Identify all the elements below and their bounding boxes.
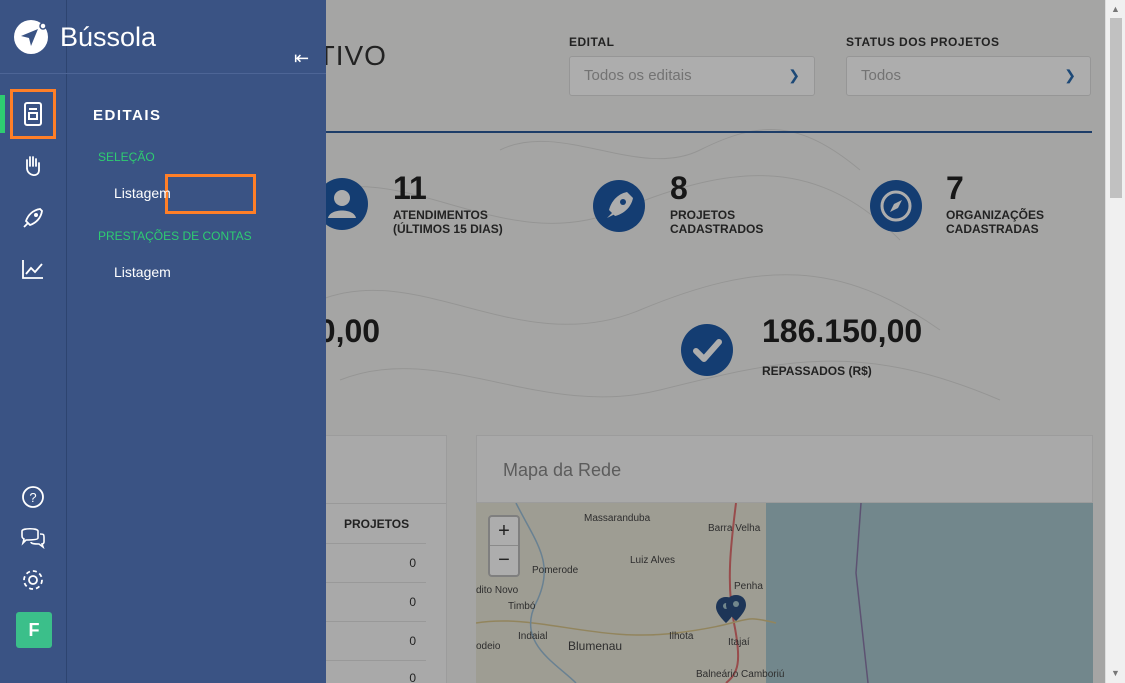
settings-gear-icon[interactable] (18, 565, 48, 595)
section-title-prestacoes: PRESTAÇÕES DE CONTAS (98, 229, 252, 243)
scroll-down-icon[interactable]: ▼ (1111, 668, 1120, 678)
active-link-highlight (165, 174, 256, 214)
sidebar-link-prestacoes-listagem[interactable]: Listagem (114, 264, 171, 280)
active-indicator (0, 95, 5, 133)
compass-logo-icon[interactable] (12, 18, 50, 56)
user-avatar[interactable]: F (16, 612, 52, 648)
scroll-up-icon[interactable]: ▲ (1111, 4, 1120, 14)
sidebar-link-selecao-listagem[interactable]: Listagem (114, 185, 171, 201)
panel-heading: EDITAIS (93, 107, 162, 124)
chart-line-icon[interactable] (18, 254, 48, 284)
page-scrollbar[interactable]: ▲ ▼ (1105, 0, 1125, 683)
scrollbar-thumb[interactable] (1110, 18, 1122, 198)
brand-header: Bússola ⇤ (0, 0, 326, 74)
sidebar-panel: EDITAIS SELEÇÃO Listagem PRESTAÇÕES DE C… (67, 0, 326, 683)
sidebar-rail: ? F (0, 0, 67, 683)
svg-text:?: ? (29, 490, 36, 505)
chat-icon[interactable] (18, 523, 48, 553)
hand-heart-icon[interactable] (18, 152, 48, 182)
collapse-left-icon[interactable]: ⇤ (294, 48, 309, 69)
help-icon[interactable]: ? (18, 482, 48, 512)
brand-name: Bússola (60, 22, 157, 52)
section-title-selecao: SELEÇÃO (98, 150, 155, 164)
rocket-icon[interactable] (18, 203, 48, 233)
document-icon (24, 102, 42, 126)
app: ATIVO EDITAL Todos os editais ❯ STATUS D… (0, 0, 1125, 683)
